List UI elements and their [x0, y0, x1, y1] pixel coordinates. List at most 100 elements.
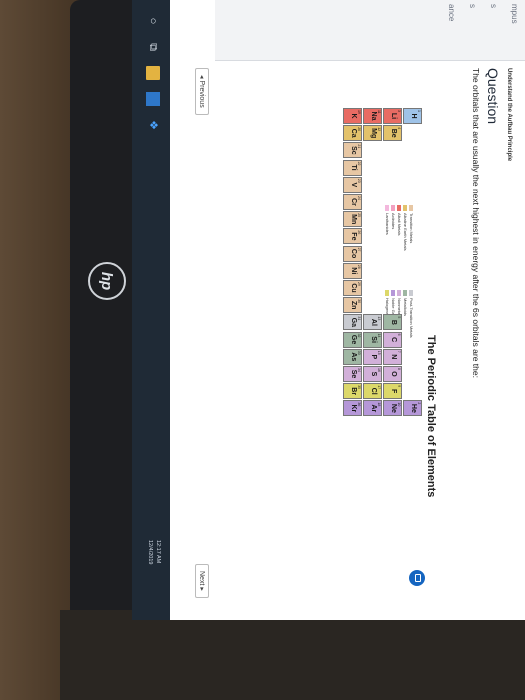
element-symbol: N: [390, 354, 397, 360]
store-icon[interactable]: [146, 92, 160, 106]
question-text: The orbitals that are usually the next h…: [471, 68, 481, 378]
element-symbol: O: [390, 371, 397, 377]
element-cell-f: 9F: [383, 383, 402, 400]
legend-swatch: [385, 290, 390, 296]
element-symbol: Cr: [350, 198, 357, 206]
element-cell-br: 35 Br: [343, 383, 362, 400]
start-circle-icon[interactable]: ○: [146, 14, 160, 28]
element-symbol: P: [370, 354, 377, 360]
element-symbol: Zn: [350, 300, 357, 310]
element-cell-cr: 24 Cr: [343, 194, 362, 210]
element-cell-ne: 10 Ne: [383, 400, 402, 417]
element-cell-co: 27 Co: [343, 245, 362, 262]
chat-help-icon[interactable]: [409, 570, 425, 586]
atomic-number: 27: [357, 247, 361, 252]
element-cell-cl: 17 Cl: [363, 383, 382, 400]
file-explorer-icon[interactable]: [146, 66, 160, 80]
element-symbol: Se: [350, 369, 357, 379]
legend-label: Halogens: [385, 298, 390, 315]
hp-logo-icon: hp: [88, 262, 126, 300]
element-symbol: He: [410, 403, 417, 413]
element-cell-fe: 26 Fe: [343, 228, 362, 245]
atomic-number: 19: [357, 110, 361, 114]
legend-swatch: [403, 290, 408, 296]
element-cell-b: 5B: [383, 314, 402, 331]
element-cell-v: 23 V: [343, 176, 362, 193]
element-cell-li: 3 Li: [383, 108, 402, 124]
atomic-number: 22: [357, 161, 361, 166]
atomic-number: 10: [397, 402, 401, 407]
element-cell-k: 19 K: [343, 108, 362, 124]
element-symbol: Fe: [350, 232, 357, 241]
element-symbol: Cl: [370, 387, 377, 395]
element-cell-ni: 28 Ni: [343, 262, 362, 279]
element-symbol: Be: [390, 128, 397, 138]
legend-entry: Post-Transition Metals: [409, 290, 414, 338]
element-symbol: S: [370, 371, 377, 377]
atomic-number: 20: [357, 127, 361, 132]
element-cell-s: 16 S: [363, 366, 382, 382]
atomic-number: 34: [357, 368, 361, 372]
task-view-icon[interactable]: ⧉: [146, 40, 160, 54]
atomic-number: 9: [397, 385, 401, 388]
element-symbol: F: [390, 389, 397, 394]
atomic-number: 5: [397, 316, 401, 319]
element-symbol: Si: [370, 336, 377, 343]
laptop-base: [60, 610, 525, 700]
atomic-number: 28: [357, 264, 361, 269]
clock-time[interactable]: 12:17 AM: [154, 540, 162, 564]
legend-swatch: [385, 205, 390, 211]
clock-date[interactable]: 12/4/2019: [146, 540, 154, 564]
element-symbol: C: [390, 337, 397, 343]
atomic-number: 15: [377, 350, 381, 355]
legend-entry: Alkaline Earth Metals: [403, 205, 408, 251]
element-cell-n: 7N: [383, 348, 402, 365]
atomic-number: 4: [397, 127, 401, 130]
element-symbol: Ca: [350, 128, 357, 138]
element-cell-p: 15 P: [363, 348, 382, 365]
element-symbol: As: [350, 352, 357, 362]
atomic-number: 35: [357, 385, 361, 390]
previous-button[interactable]: ◂ Previous: [195, 68, 209, 115]
element-symbol: K: [350, 113, 357, 119]
element-cell-sc: 21 Sc: [343, 142, 362, 159]
legend-swatch: [403, 205, 408, 211]
element-cell-he: 2 He: [403, 400, 422, 417]
atomic-number: 25: [357, 213, 361, 218]
dropbox-icon[interactable]: ❖: [146, 118, 160, 132]
legend-entry: Metalloids: [403, 290, 408, 338]
element-cell-kr: 36 Kr: [343, 400, 362, 417]
element-symbol: Mn: [350, 214, 357, 225]
nav-item[interactable]: mpus: [504, 0, 525, 60]
question-title: Question: [485, 68, 501, 125]
atomic-number: 17: [377, 385, 381, 390]
nav-item[interactable]: ance: [441, 0, 462, 60]
nav-item[interactable]: s: [483, 0, 504, 60]
atomic-number: 33: [357, 350, 361, 355]
element-symbol: B: [390, 319, 397, 325]
legend-entry: Actinides: [391, 205, 396, 251]
element-symbol: Ga: [350, 317, 357, 328]
element-cell-se: 34 Se: [343, 366, 362, 382]
atomic-number: 16: [377, 368, 381, 372]
atomic-number: 31: [357, 316, 361, 321]
legend-swatch: [397, 205, 402, 211]
atomic-number: 3: [397, 110, 401, 112]
legend-label: Actinides: [391, 213, 396, 230]
atomic-number: 30: [357, 299, 361, 304]
element-cell-ge: 32 Ge: [343, 331, 362, 348]
legend-label: Alkaline Earth Metals: [403, 213, 408, 251]
nav-item[interactable]: s: [462, 0, 483, 60]
next-button[interactable]: Next ▸: [195, 564, 209, 598]
element-cell-h: 1H: [403, 108, 422, 124]
breadcrumb: Understand the Aufbau Principle: [506, 68, 512, 162]
element-cell-ga: 31 Ga: [343, 314, 362, 331]
element-cell-mg: 12 Mg: [363, 125, 382, 142]
windows-taskbar: ○ ⧉ ❖ 12:17 AM 12/4/2019: [132, 0, 170, 620]
element-cell-ti: 22 Ti: [343, 159, 362, 176]
element-cell-c: 6C: [383, 331, 402, 348]
element-symbol: Li: [390, 112, 397, 120]
atomic-number: 12: [377, 127, 381, 132]
atomic-number: 24: [357, 196, 361, 200]
legend-swatch: [391, 290, 396, 296]
